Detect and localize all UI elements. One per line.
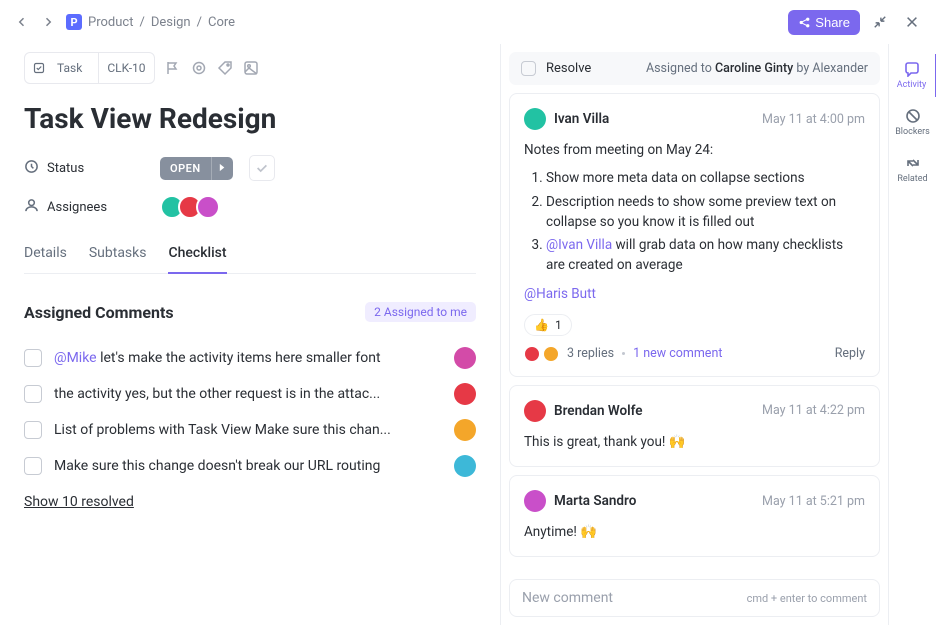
chat-icon: [904, 61, 920, 77]
blocker-icon: [905, 108, 921, 124]
rail-blockers[interactable]: Blockers: [889, 101, 936, 144]
sprint-icon[interactable]: [191, 60, 207, 76]
back-button[interactable]: [12, 12, 32, 32]
resolve-assigned: Assigned to Caroline Ginty by Alexander: [646, 61, 868, 76]
comment-card: Ivan Villa May 11 at 4:00 pm Notes from …: [509, 93, 880, 377]
assignees-label: Assignees: [24, 198, 144, 217]
avatar: [543, 346, 559, 362]
avatar: [524, 108, 546, 130]
tabs: Details Subtasks Checklist: [24, 245, 476, 274]
checkbox[interactable]: [24, 349, 42, 367]
avatar: [524, 400, 546, 422]
avatar: [524, 490, 546, 512]
resolve-label[interactable]: Resolve: [546, 61, 591, 76]
image-icon[interactable]: [243, 60, 259, 76]
avatar: [454, 455, 476, 477]
rail-related[interactable]: Related: [889, 148, 936, 191]
comment-row[interactable]: List of problems with Task View Make sur…: [24, 412, 476, 448]
status-next-icon[interactable]: [211, 157, 233, 180]
show-resolved-link[interactable]: Show 10 resolved: [24, 494, 134, 510]
comment-card: Marta Sandro May 11 at 5:21 pm Anytime! …: [509, 475, 880, 557]
related-icon: [905, 155, 921, 171]
checkbox[interactable]: [24, 385, 42, 403]
tab-details[interactable]: Details: [24, 245, 67, 273]
checkbox[interactable]: [24, 421, 42, 439]
project-badge: P: [66, 14, 82, 30]
avatar: [524, 346, 540, 362]
checkbox[interactable]: [24, 457, 42, 475]
avatar: [454, 347, 476, 369]
comment-composer[interactable]: New comment cmd + enter to comment: [509, 579, 880, 617]
assigned-to-me-badge[interactable]: 2 Assigned to me: [365, 302, 476, 322]
breadcrumb[interactable]: P Product / Design / Core: [66, 14, 235, 30]
collapse-icon[interactable]: [868, 10, 892, 34]
status-pill[interactable]: OPEN: [160, 157, 233, 180]
replies-count[interactable]: 3 replies: [567, 346, 614, 361]
comment-row[interactable]: the activity yes, but the other request …: [24, 376, 476, 412]
flag-icon[interactable]: [165, 60, 181, 76]
share-button[interactable]: Share: [788, 10, 860, 35]
tag-icon[interactable]: [217, 60, 233, 76]
tab-checklist[interactable]: Checklist: [168, 245, 226, 274]
resolve-checkbox[interactable]: [521, 61, 536, 76]
assignees-avatars[interactable]: [160, 195, 220, 219]
new-comment-link[interactable]: 1 new comment: [633, 346, 722, 361]
task-id-pill[interactable]: Task CLK-10: [24, 52, 155, 84]
comment-card: Brendan Wolfe May 11 at 4:22 pm This is …: [509, 385, 880, 467]
close-icon[interactable]: [900, 10, 924, 34]
status-complete-icon[interactable]: [249, 155, 275, 181]
mention-link[interactable]: @Haris Butt: [524, 286, 596, 302]
tab-subtasks[interactable]: Subtasks: [89, 245, 147, 273]
comment-row[interactable]: @Mike let's make the activity items here…: [24, 340, 476, 376]
forward-button[interactable]: [38, 12, 58, 32]
reaction-button[interactable]: 👍 1: [524, 314, 572, 336]
status-label: Status: [24, 159, 144, 178]
avatar: [454, 383, 476, 405]
task-title: Task View Redesign: [24, 102, 476, 135]
rail-activity[interactable]: Activity: [889, 54, 936, 97]
assigned-comments-title: Assigned Comments: [24, 303, 174, 322]
comment-row[interactable]: Make sure this change doesn't break our …: [24, 448, 476, 484]
resolve-bar: Resolve Assigned to Caroline Ginty by Al…: [509, 52, 880, 85]
avatar: [454, 419, 476, 441]
reply-button[interactable]: Reply: [835, 346, 865, 361]
